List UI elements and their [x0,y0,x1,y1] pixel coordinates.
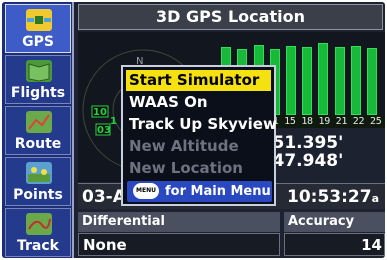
sidebar-item-label: Points [13,187,63,203]
sidebar-item-label: GPS [22,34,54,50]
differential-value: None [78,233,280,256]
sidebar-item-gps[interactable]: GPS [5,4,71,53]
signal-bar [350,46,361,115]
main-menu-hint-text: for Main Menu [165,184,271,199]
satellite-label: 1 [110,116,117,127]
track-map-icon [26,213,52,235]
sidebar-item-label: Track [17,238,59,254]
menu-item-track-up-skyview[interactable]: Track Up Skyview [126,114,277,135]
sidebar: GPS Flights Route Points Track [2,2,74,258]
satellite-label: 10 [93,107,107,118]
menu-item-waas-on[interactable]: WAAS On [126,92,271,113]
menu-item-start-simulator[interactable]: Start Simulator [126,70,271,91]
map-book-icon [26,60,52,82]
sidebar-item-label: Route [14,136,62,152]
menu-button-icon: MENU [133,183,159,199]
main-menu-hint: MENU for Main Menu [127,181,272,202]
menu-item-new-location: New Location [129,159,243,177]
sidebar-item-label: Flights [10,85,66,101]
page-title: 3D GPS Location [78,4,383,30]
signal-bar [334,47,345,115]
menu-item-new-altitude: New Altitude [129,137,239,155]
differential-label: Differential [78,212,280,232]
signal-bar [318,43,329,115]
time-value: 10:53:27 [286,187,372,207]
satellite-label: 03 [97,125,111,136]
sidebar-item-points[interactable]: Points [5,157,71,206]
sidebar-item-route[interactable]: Route [5,106,71,155]
sidebar-item-flights[interactable]: Flights [5,55,71,104]
accuracy-value: 14 [284,233,385,256]
satellite-icon [26,9,52,31]
time-suffix: a [371,192,379,205]
signal-bar [302,47,313,115]
route-map-icon [26,111,52,133]
gps-device-screen: GPS Flights Route Points Track 3D GPS Lo… [2,2,385,258]
sidebar-item-track[interactable]: Track [5,208,71,257]
options-menu: Start Simulator WAAS On Track Up Skyview… [121,65,277,206]
signal-bar [286,46,296,115]
date-text: 03-A [82,187,126,207]
points-map-icon [26,162,52,184]
time-text: 10:53:27a [287,187,379,207]
satellite-numbers: 11 15 18 19 21 22 25 30 [267,115,385,128]
signal-bar [367,48,377,115]
accuracy-label: Accuracy [284,212,385,232]
